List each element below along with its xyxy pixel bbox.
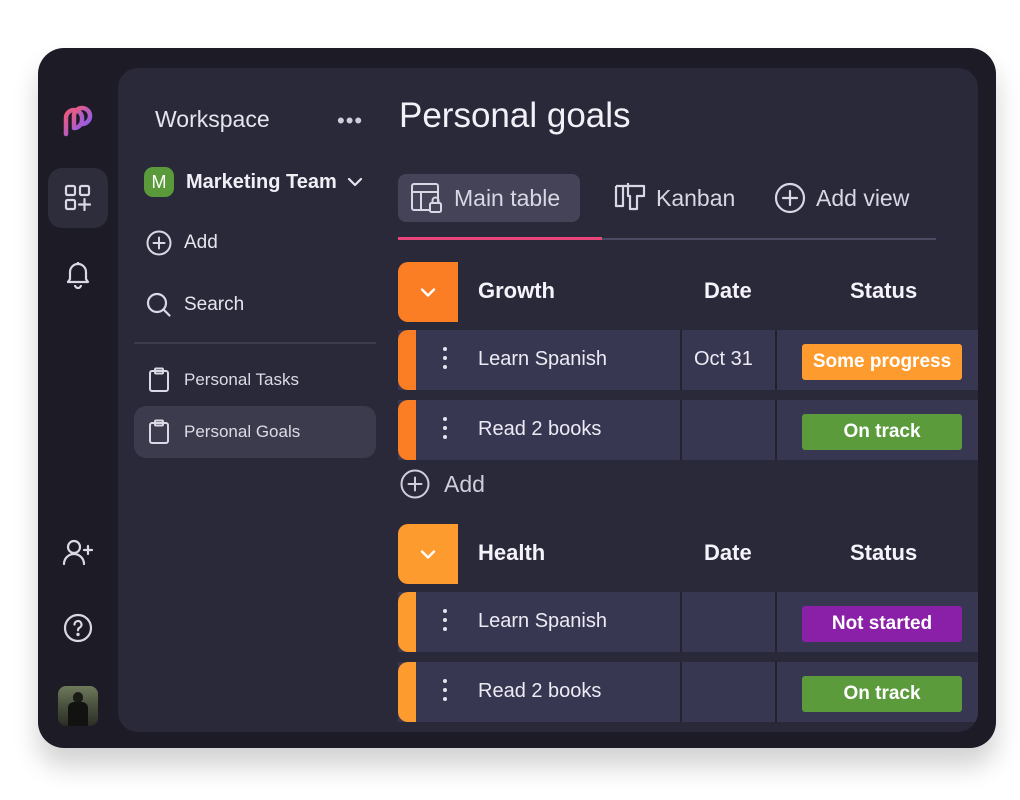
- more-options-icon[interactable]: •••: [337, 108, 363, 134]
- drag-handle-icon[interactable]: [442, 347, 448, 373]
- chevron-down-icon: [420, 549, 436, 559]
- sidebar-item-label: Personal Tasks: [184, 370, 299, 389]
- team-badge: M: [144, 167, 174, 197]
- dashboard-add-icon[interactable]: [48, 168, 108, 228]
- status-badge[interactable]: Not started: [802, 606, 962, 642]
- row-color-edge: [398, 662, 416, 722]
- add-user-icon[interactable]: [48, 522, 108, 582]
- search-button[interactable]: Search: [146, 290, 244, 320]
- add-button[interactable]: Add: [146, 228, 218, 258]
- status-badge[interactable]: On track: [802, 676, 962, 712]
- row-color-edge: [398, 400, 416, 460]
- group-collapse-toggle[interactable]: [398, 262, 458, 322]
- column-header-status[interactable]: Status: [850, 278, 917, 304]
- sidebar-item-personal-tasks[interactable]: Personal Tasks: [134, 354, 376, 406]
- table-lock-icon: [411, 183, 442, 213]
- add-item-label: Add: [444, 470, 485, 497]
- sidebar-divider: [134, 342, 376, 344]
- group-name: Growth: [478, 278, 555, 303]
- item-name[interactable]: Read 2 books: [478, 418, 601, 441]
- app-window: Workspace ••• M Marketing Team Add Searc…: [38, 48, 996, 748]
- team-selector[interactable]: M Marketing Team: [144, 166, 363, 198]
- drag-handle-icon[interactable]: [442, 679, 448, 705]
- column-header-date[interactable]: Date: [704, 540, 752, 566]
- table-row[interactable]: Learn Spanish Not started: [398, 592, 978, 652]
- tab-kanban[interactable]: Kanban: [614, 174, 735, 222]
- column-header-status[interactable]: Status: [850, 540, 917, 566]
- group-collapse-toggle[interactable]: [398, 524, 458, 584]
- item-name[interactable]: Learn Spanish: [478, 348, 607, 371]
- page-title: Personal goals: [399, 96, 631, 135]
- clipboard-icon: [149, 367, 169, 392]
- workspace-title: Workspace: [155, 106, 270, 132]
- row-color-edge: [398, 592, 416, 652]
- tab-label: Main table: [454, 184, 561, 211]
- group-header-health: Health Date Status: [398, 524, 978, 584]
- tab-label: Kanban: [656, 184, 736, 211]
- chevron-down-icon: [420, 287, 436, 297]
- group-name: Health: [478, 540, 546, 565]
- group-header-growth: Growth Date Status: [398, 262, 978, 322]
- item-name[interactable]: Learn Spanish: [478, 610, 607, 633]
- add-item-button[interactable]: Add: [400, 468, 485, 500]
- user-avatar[interactable]: [58, 686, 98, 726]
- drag-handle-icon[interactable]: [442, 417, 448, 443]
- tab-label: Add view: [816, 184, 910, 211]
- row-color-edge: [398, 330, 416, 390]
- item-name[interactable]: Read 2 books: [478, 680, 601, 703]
- main-panel: Workspace ••• M Marketing Team Add Searc…: [118, 68, 978, 732]
- status-badge[interactable]: On track: [802, 414, 962, 450]
- bell-icon[interactable]: [48, 244, 108, 304]
- logo-icon[interactable]: [60, 104, 96, 140]
- sidebar-item-label: Personal Goals: [184, 422, 301, 441]
- search-icon: [146, 292, 171, 317]
- plus-circle-icon: [146, 230, 172, 256]
- column-header-date[interactable]: Date: [704, 278, 752, 304]
- clipboard-icon: [149, 419, 169, 444]
- chevron-down-icon: [347, 177, 362, 187]
- date-cell[interactable]: Oct 31: [694, 348, 753, 371]
- tab-main-table[interactable]: Main table: [398, 174, 580, 222]
- search-label: Search: [184, 294, 245, 315]
- help-icon[interactable]: [48, 598, 108, 658]
- active-tab-indicator: [398, 237, 602, 240]
- team-name: Marketing Team: [186, 170, 337, 193]
- plus-circle-icon: [774, 182, 806, 214]
- table-row[interactable]: Read 2 books On track: [398, 662, 978, 722]
- status-badge[interactable]: Some progress: [802, 344, 962, 380]
- plus-circle-icon: [400, 469, 430, 499]
- sidebar-item-personal-goals[interactable]: Personal Goals: [134, 406, 376, 458]
- tab-add-view[interactable]: Add view: [774, 174, 909, 222]
- add-label: Add: [184, 232, 218, 253]
- kanban-icon: [614, 183, 646, 211]
- table-row[interactable]: Learn Spanish Oct 31 Some progress: [398, 330, 978, 390]
- drag-handle-icon[interactable]: [442, 609, 448, 635]
- table-row[interactable]: Read 2 books On track: [398, 400, 978, 460]
